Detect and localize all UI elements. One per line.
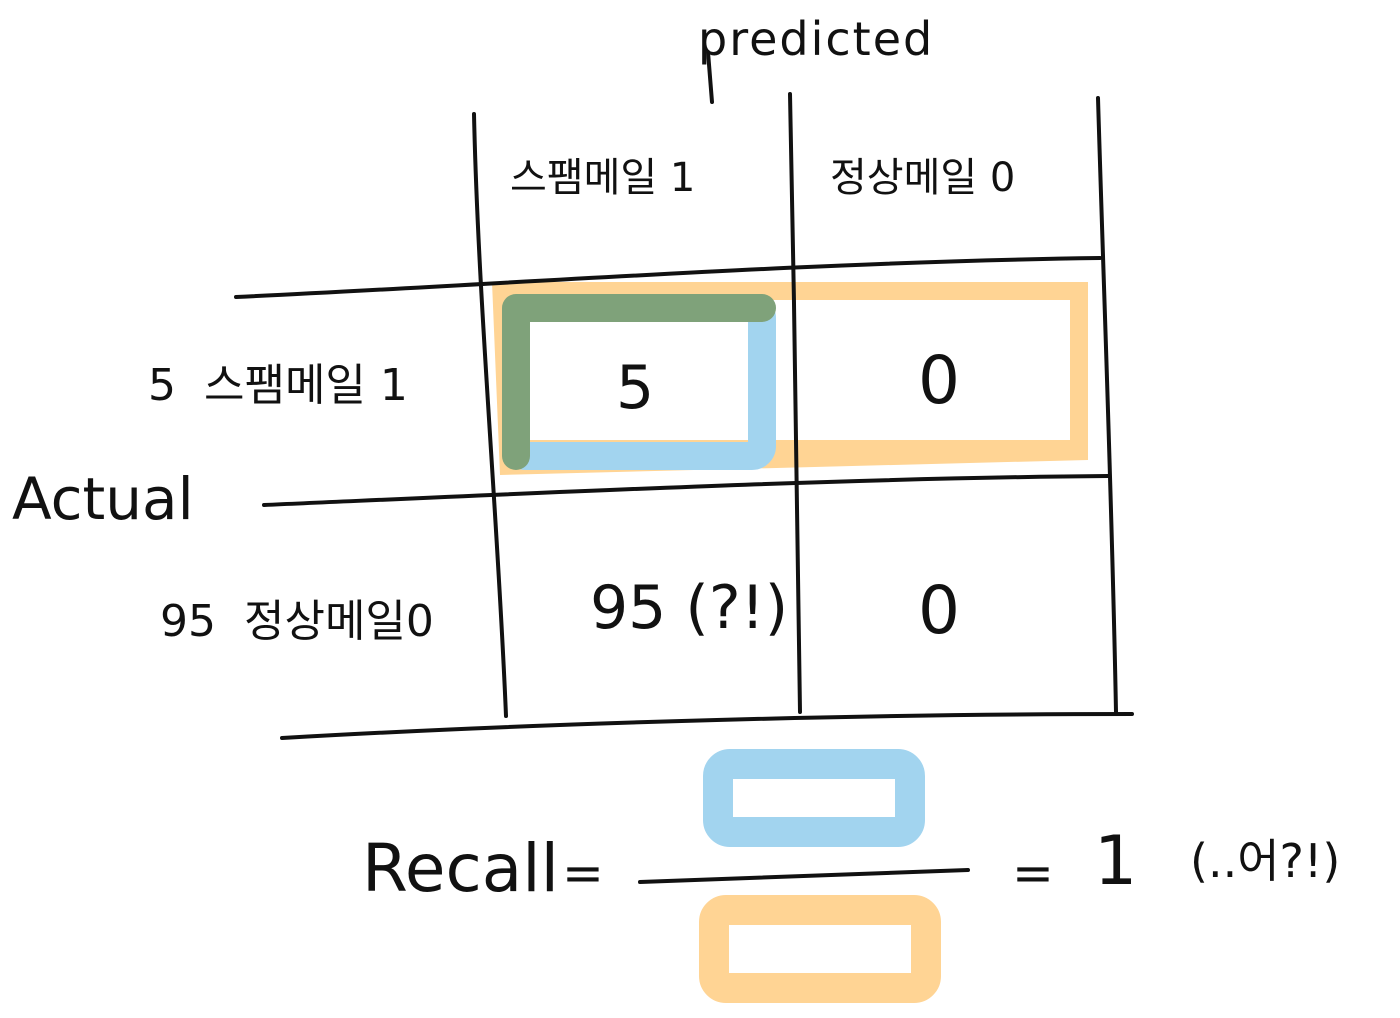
column-header-normal: 정상메일 0	[830, 155, 1016, 201]
cell-false-negative: 0	[918, 342, 960, 419]
recall-result: 1	[1094, 822, 1138, 901]
bottom-rule	[280, 712, 1134, 740]
column-header-spam: 스팸메일 1	[510, 155, 696, 201]
cell-true-negative: 0	[918, 572, 960, 649]
fraction-bar	[638, 868, 970, 884]
row-label-spam: 스팸메일 1	[203, 360, 408, 411]
row-count-normal: 95	[160, 596, 216, 647]
numerator-block-blue	[703, 749, 925, 847]
cell-false-positive: 95 (?!)	[590, 573, 789, 643]
equals-sign-2: =	[1012, 844, 1054, 902]
denominator-block-orange	[699, 895, 941, 1003]
recall-remark: (..어?!)	[1190, 834, 1341, 888]
equals-sign-1: =	[562, 844, 604, 902]
cell-true-positive: 5	[616, 353, 655, 423]
row-header-spam: 5 스팸메일 1	[148, 364, 408, 408]
row-label-normal: 정상메일0	[243, 596, 434, 647]
col-divider-3	[1096, 96, 1118, 714]
row-header-normal: 95 정상메일0	[160, 600, 434, 644]
mid-rule	[262, 474, 1110, 507]
confusion-matrix-sketch: predicted 스팸메일 1 정상메일 0 5 스팸메일 1 Actual …	[0, 0, 1400, 1018]
predicted-axis-label: predicted	[698, 12, 935, 66]
actual-axis-label: Actual	[12, 465, 194, 533]
recall-label: Recall	[362, 830, 559, 907]
row-count-spam: 5	[148, 360, 176, 411]
col-divider-2	[788, 92, 802, 714]
